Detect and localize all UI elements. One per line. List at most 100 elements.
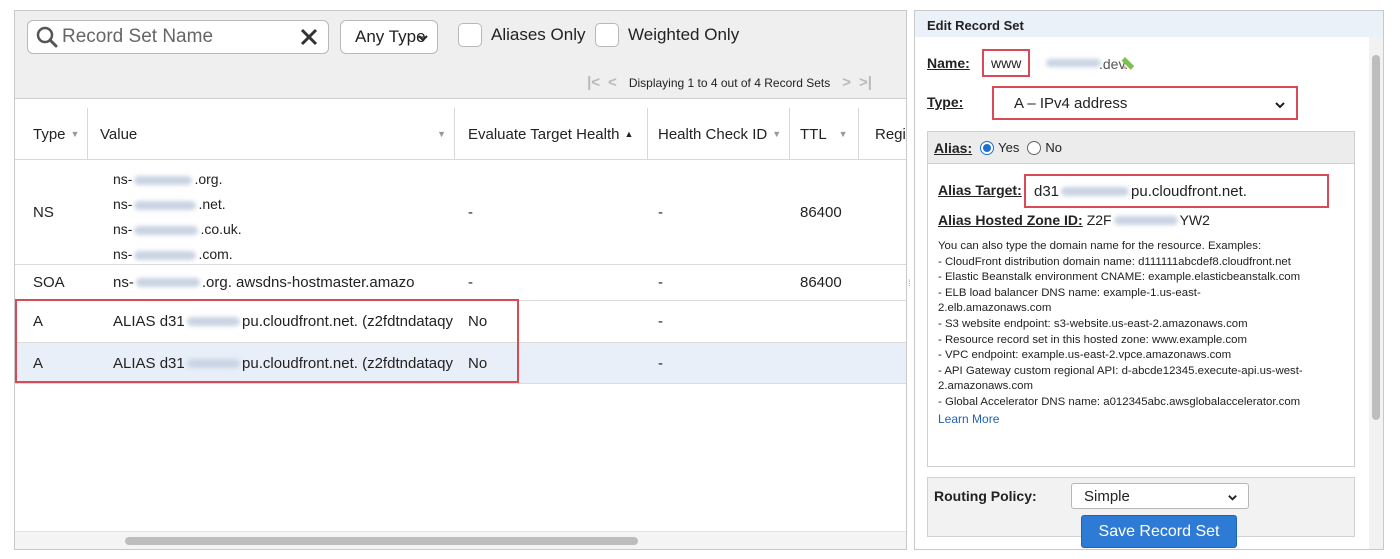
column-header-evaluate-target-health[interactable]: Evaluate Target Health ▲ <box>455 108 648 160</box>
column-header-ttl[interactable]: TTL ▼ <box>790 108 859 160</box>
help-item: - API Gateway custom regional API: d-abc… <box>938 364 1303 377</box>
table-row[interactable]: A ALIAS d31 pu.cloudfront.net. (z2fdtndat… <box>15 301 906 343</box>
help-item: - S3 website endpoint: s3-website.us-eas… <box>938 317 1248 330</box>
value-line: ns- .org. <box>113 171 223 187</box>
type-filter-value: Any Type <box>355 27 426 46</box>
aliases-only-checkbox[interactable]: Aliases Only <box>458 23 585 47</box>
alias-yes-label: Yes <box>998 140 1020 155</box>
cell-value: ns- .org. ns- .net. ns- .co.uk. ns- .com. <box>113 167 242 267</box>
checkbox-box[interactable] <box>595 23 619 47</box>
hosted-zone-label: Alias Hosted Zone ID: <box>938 212 1083 228</box>
cell-type: SOA <box>33 274 65 291</box>
horizontal-scrollbar[interactable] <box>15 531 906 549</box>
routing-policy-select[interactable]: Simple <box>1071 483 1249 509</box>
hosted-zone-suffix: YW2 <box>1179 212 1210 228</box>
column-label: Evaluate Target Health <box>468 125 620 143</box>
column-label: Regio <box>875 125 906 143</box>
alias-label: Alias: <box>934 139 973 156</box>
search-icon <box>36 26 58 48</box>
cell-evaluate: No <box>468 354 488 372</box>
first-page-icon[interactable]: |< <box>587 74 600 91</box>
help-intro: You can also type the domain name for th… <box>938 240 1262 252</box>
chevron-down-icon <box>1228 495 1237 501</box>
weighted-only-checkbox[interactable]: Weighted Only <box>595 23 739 47</box>
alias-target-label: Alias Target: <box>938 182 1022 198</box>
clear-search-icon[interactable] <box>296 24 322 50</box>
learn-more-link[interactable]: Learn More <box>938 412 1350 428</box>
type-filter-select[interactable]: Any Type <box>340 20 438 54</box>
cell-evaluate: - <box>468 274 473 291</box>
alias-yes-radio[interactable] <box>980 140 995 155</box>
column-header-type[interactable]: Type ▼ <box>15 108 88 160</box>
drag-handle-icon[interactable]: ⁞ <box>908 278 911 288</box>
value-line: ns- .co.uk. <box>113 221 242 237</box>
sort-asc-icon: ▲ <box>624 129 634 139</box>
save-record-set-button[interactable]: Save Record Set <box>1081 515 1237 548</box>
scrollbar-thumb[interactable] <box>1372 55 1380 420</box>
table-header: Type ▼ Value ▼ Evaluate Target Health ▲ Hea… <box>15 108 906 160</box>
type-select[interactable]: A – IPv4 address <box>992 86 1298 120</box>
next-page-icon[interactable]: > <box>842 74 851 91</box>
alias-no-radio[interactable] <box>1027 140 1042 155</box>
pencil-icon[interactable] <box>1121 53 1139 71</box>
help-item: - Global Accelerator DNS name: a012345ab… <box>938 395 1301 408</box>
help-item: - CloudFront distribution domain name: d… <box>938 255 1291 268</box>
edit-record-set-panel: Edit Record Set Name: www .dev. Type: A … <box>914 10 1384 550</box>
weighted-only-label: Weighted Only <box>628 25 740 44</box>
hosted-zone-row: Alias Hosted Zone ID: Z2F YW2 <box>938 212 1210 228</box>
cell-evaluate: No <box>468 313 488 330</box>
chevron-down-icon <box>1275 102 1285 109</box>
cell-health-check: - <box>658 204 663 221</box>
name-input[interactable]: www <box>982 49 1030 77</box>
column-label: Type <box>33 125 66 143</box>
cell-type: NS <box>33 204 54 221</box>
alias-header: Alias: Yes No <box>928 132 1354 164</box>
column-label: TTL <box>800 125 827 143</box>
search-placeholder: Record Set Name <box>62 26 214 47</box>
sort-icon: ▼ <box>838 129 848 139</box>
cell-health-check: - <box>658 274 663 291</box>
table-row-selected[interactable]: A ALIAS d31 pu.cloudfront.net. (z2fdtndat… <box>15 343 906 384</box>
help-item: - Resource record set in this hosted zon… <box>938 333 1247 346</box>
value-line: ns- .net. <box>113 196 226 212</box>
pager-text: Displaying 1 to 4 out of 4 Record Sets <box>628 75 831 90</box>
checkbox-box[interactable] <box>458 23 482 47</box>
column-header-health-check-id[interactable]: Health Check ID ▼ <box>648 108 790 160</box>
type-value: A – IPv4 address <box>1014 94 1128 112</box>
filter-toolbar: Record Set Name Any Type Aliases Only We… <box>15 11 906 99</box>
cell-type: A <box>33 354 44 372</box>
help-item: - VPC endpoint: example.us-east-2.vpce.a… <box>938 349 1232 362</box>
prev-page-icon[interactable]: < <box>608 74 617 91</box>
cell-type: A <box>33 313 44 330</box>
column-header-region[interactable]: Regio <box>859 108 906 160</box>
alias-section: Alias: Yes No Alias Target: d31 pu.cloudf… <box>927 131 1355 467</box>
column-label: Value <box>100 125 138 143</box>
type-label: Type: <box>927 94 964 110</box>
cell-value: ns- .org. awsdns-hostmaster.amazo <box>113 274 415 291</box>
cell-health-check: - <box>658 354 663 372</box>
help-item: - ELB load balancer DNS name: example-1.… <box>938 286 1201 299</box>
help-text: You can also type the domain name for th… <box>938 239 1350 427</box>
aliases-only-label: Aliases Only <box>491 25 586 44</box>
sort-icon: ▼ <box>772 129 782 139</box>
vertical-scrollbar[interactable] <box>1369 37 1383 549</box>
value-line: ns- .com. <box>113 246 233 262</box>
record-sets-panel: Record Set Name Any Type Aliases Only We… <box>14 10 907 550</box>
routing-label: Routing Policy: <box>934 488 1037 504</box>
scrollbar-thumb[interactable] <box>125 537 638 545</box>
routing-value: Simple <box>1084 487 1130 505</box>
table-row[interactable]: SOA ns- .org. awsdns-hostmaster.amazo - -… <box>15 265 906 301</box>
redacted-text <box>1046 59 1101 67</box>
panel-title: Edit Record Set <box>915 11 1383 37</box>
help-item: 2.amazonaws.com <box>938 380 1033 393</box>
search-input[interactable]: Record Set Name <box>27 20 329 54</box>
cell-evaluate: - <box>468 204 473 221</box>
cell-value: ALIAS d31 pu.cloudfront.net. (z2fdtndataq… <box>113 313 453 330</box>
column-label: Health Check ID <box>658 125 768 143</box>
table-row[interactable]: NS ns- .org. ns- .net. ns- .co.uk. ns- .com.… <box>15 161 906 265</box>
name-label: Name: <box>927 55 970 71</box>
alias-target-input[interactable]: d31 pu.cloudfront.net. <box>1024 174 1329 208</box>
alias-no-label: No <box>1045 140 1062 155</box>
column-header-value[interactable]: Value ▼ <box>88 108 455 160</box>
last-page-icon[interactable]: >| <box>859 74 872 91</box>
